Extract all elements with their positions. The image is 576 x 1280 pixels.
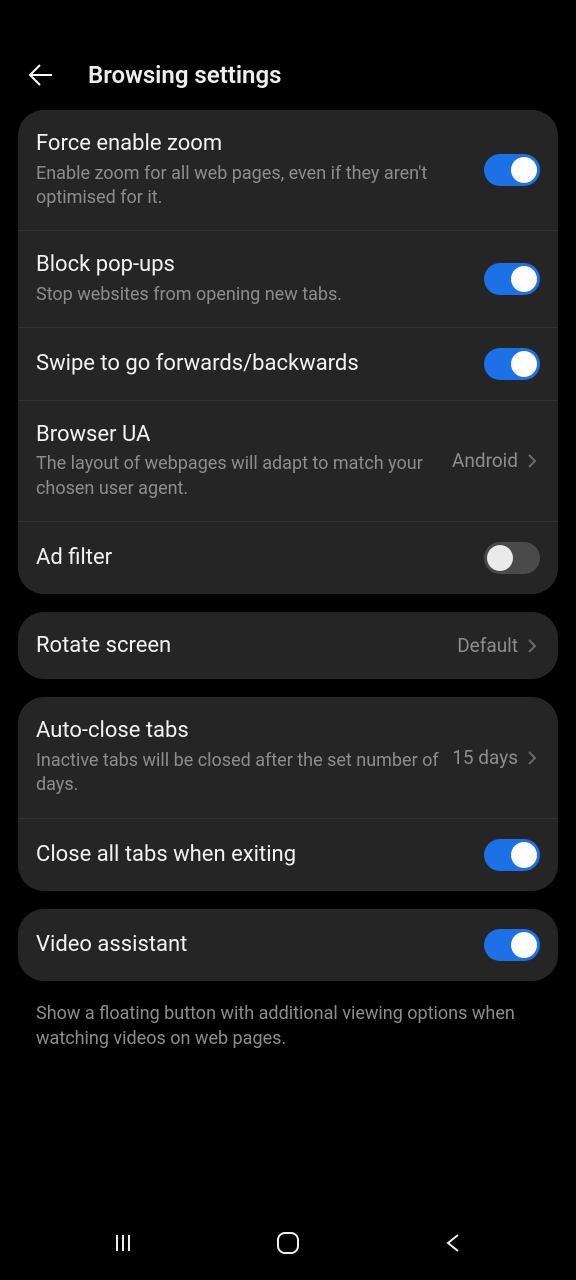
system-navbar (0, 1214, 576, 1280)
force-enable-zoom-sub: Enable zoom for all web pages, even if t… (36, 162, 474, 211)
block-popups-title: Block pop-ups (36, 251, 474, 279)
video-assistant-toggle[interactable] (484, 929, 540, 961)
settings-group-1: Force enable zoom Enable zoom for all we… (18, 110, 558, 594)
browser-ua-value: Android (452, 449, 518, 472)
close-all-tabs-row[interactable]: Close all tabs when exiting (18, 818, 558, 891)
video-assistant-footer: Show a floating button with additional v… (18, 999, 558, 1071)
browser-ua-sub: The layout of webpages will adapt to mat… (36, 452, 442, 501)
force-enable-zoom-title: Force enable zoom (36, 130, 474, 158)
close-all-tabs-toggle[interactable] (484, 839, 540, 871)
ad-filter-title: Ad filter (36, 544, 474, 572)
settings-group-4: Video assistant (18, 909, 558, 981)
browser-ua-row[interactable]: Browser UA The layout of webpages will a… (18, 400, 558, 521)
force-enable-zoom-toggle[interactable] (484, 154, 540, 186)
auto-close-tabs-value: 15 days (452, 746, 518, 769)
ad-filter-row[interactable]: Ad filter (18, 521, 558, 594)
video-assistant-row[interactable]: Video assistant (18, 909, 558, 981)
recents-button[interactable] (93, 1223, 153, 1263)
block-popups-sub: Stop websites from opening new tabs. (36, 283, 474, 307)
back-nav-button[interactable] (423, 1223, 483, 1263)
rotate-screen-title: Rotate screen (36, 632, 447, 660)
close-all-tabs-title: Close all tabs when exiting (36, 841, 474, 869)
settings-content: Force enable zoom Enable zoom for all we… (0, 110, 576, 1214)
settings-group-3: Auto-close tabs Inactive tabs will be cl… (18, 697, 558, 890)
browser-ua-title: Browser UA (36, 421, 442, 449)
auto-close-tabs-sub: Inactive tabs will be closed after the s… (36, 749, 442, 798)
rotate-screen-value: Default (457, 634, 518, 657)
auto-close-tabs-row[interactable]: Auto-close tabs Inactive tabs will be cl… (18, 697, 558, 817)
block-popups-toggle[interactable] (484, 263, 540, 295)
chevron-right-icon (524, 750, 540, 766)
force-enable-zoom-row[interactable]: Force enable zoom Enable zoom for all we… (18, 110, 558, 230)
block-popups-row[interactable]: Block pop-ups Stop websites from opening… (18, 230, 558, 327)
back-button[interactable] (24, 58, 58, 92)
video-assistant-title: Video assistant (36, 931, 474, 959)
swipe-nav-row[interactable]: Swipe to go forwards/backwards (18, 327, 558, 400)
swipe-nav-title: Swipe to go forwards/backwards (36, 350, 474, 378)
rotate-screen-row[interactable]: Rotate screen Default (18, 612, 558, 680)
page-title: Browsing settings (88, 61, 281, 89)
header: Browsing settings (0, 40, 576, 110)
auto-close-tabs-title: Auto-close tabs (36, 717, 442, 745)
swipe-nav-toggle[interactable] (484, 348, 540, 380)
settings-group-2: Rotate screen Default (18, 612, 558, 680)
ad-filter-toggle[interactable] (484, 542, 540, 574)
chevron-right-icon (524, 638, 540, 654)
chevron-right-icon (524, 453, 540, 469)
home-button[interactable] (258, 1223, 318, 1263)
